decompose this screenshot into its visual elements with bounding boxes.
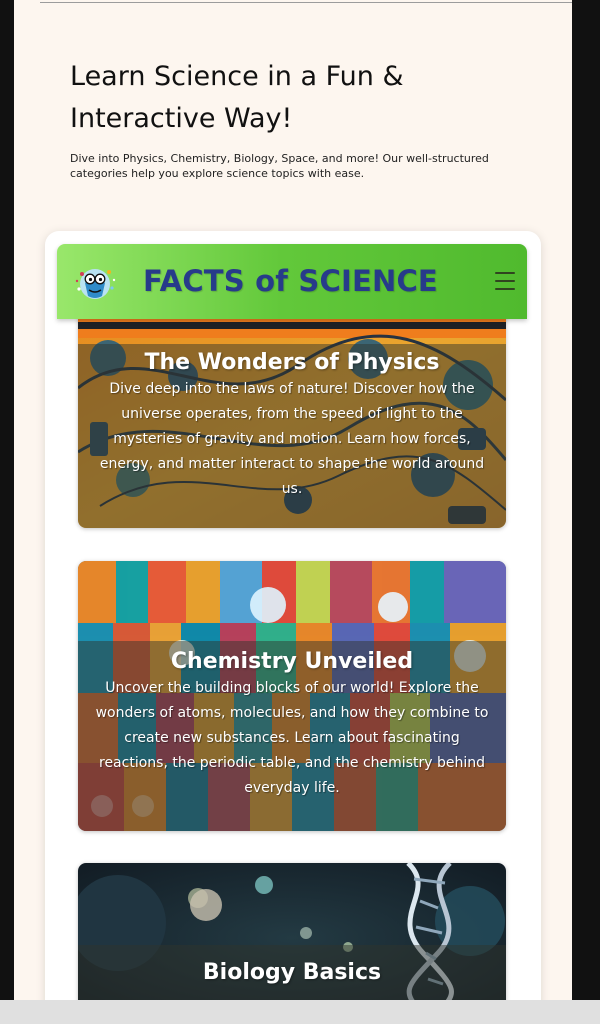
card-title: Biology Basics — [202, 960, 382, 985]
hamburger-icon[interactable] — [495, 272, 515, 290]
chemistry-card[interactable]: Chemistry Unveiled Uncover the building … — [78, 561, 506, 831]
mobile-preview: FACTS of SCIENCE The Wonders of Physics … — [45, 231, 541, 1000]
menu-line — [495, 280, 515, 282]
app-brand: FACTS of SCIENCE — [143, 264, 438, 298]
hero-description: Dive into Physics, Chemistry, Biology, S… — [70, 152, 489, 180]
card-description: Dive deep into the laws of nature! Disco… — [99, 381, 485, 497]
chemistry-card-content: Chemistry Unveiled Uncover the building … — [78, 641, 506, 831]
physics-card[interactable]: The Wonders of Physics Dive deep into th… — [78, 310, 506, 528]
science-character-icon[interactable] — [71, 257, 119, 305]
bottom-bar — [0, 1000, 600, 1024]
biology-card-content: Biology Basics — [78, 945, 506, 1000]
physics-card-content: The Wonders of Physics Dive deep into th… — [78, 344, 506, 528]
menu-line — [495, 272, 515, 274]
biology-card[interactable]: Biology Basics — [78, 863, 506, 1000]
card-title: Chemistry Unveiled — [170, 649, 414, 674]
web-page: Learn Science in a Fun & Interactive Way… — [14, 0, 572, 1000]
card-description: Uncover the building blocks of our world… — [95, 680, 489, 796]
hero-title: Learn Science in a Fun & Interactive Way… — [70, 61, 404, 134]
app-header: FACTS of SCIENCE — [57, 244, 527, 319]
menu-line — [495, 288, 515, 290]
card-title: The Wonders of Physics — [144, 350, 440, 375]
top-divider — [40, 2, 572, 3]
